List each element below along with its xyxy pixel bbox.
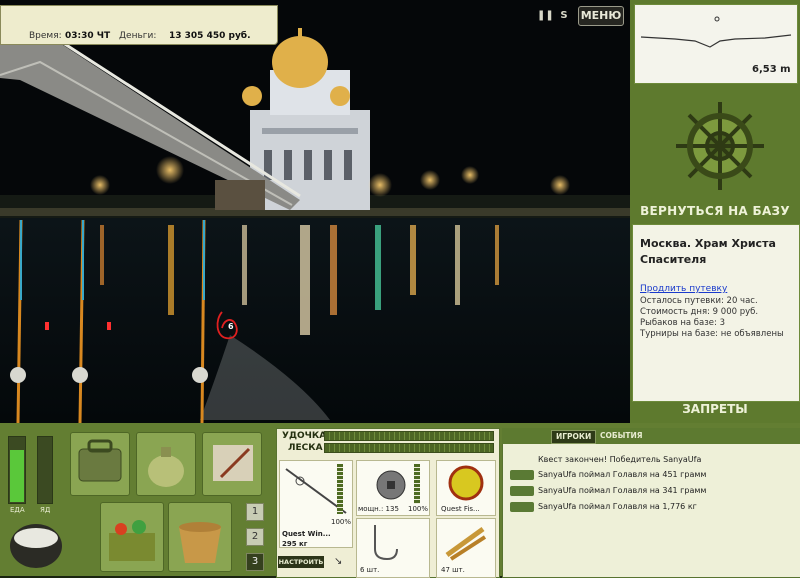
bobber-number: 6 bbox=[228, 322, 234, 331]
tab-events[interactable]: СОБЫТИЯ bbox=[596, 430, 647, 442]
sack-icon bbox=[148, 447, 184, 487]
expand-arrow-icon[interactable]: ↘ bbox=[334, 556, 346, 568]
time-label: Время: bbox=[29, 31, 62, 41]
reel-durability-bar bbox=[414, 464, 420, 504]
poison-label: ЯД bbox=[40, 506, 51, 514]
tournaments-info: Турниры на базе: не объявлены bbox=[640, 329, 784, 339]
rod-label: УДОЧКА bbox=[282, 431, 327, 441]
line-spool-icon bbox=[448, 465, 484, 501]
fish-icon bbox=[510, 502, 534, 512]
fishing-scene[interactable]: 6 bbox=[0, 0, 630, 423]
ship-wheel-icon[interactable] bbox=[670, 96, 770, 196]
journal-slot[interactable] bbox=[202, 432, 262, 496]
line-label: ЛЕСКА bbox=[288, 443, 323, 453]
bucket-slot[interactable] bbox=[168, 502, 232, 572]
journal-icon bbox=[213, 445, 253, 481]
events-header bbox=[502, 428, 800, 444]
status-bar: Время: 03:30 ЧТ Деньги: 13 305 450 руб. bbox=[0, 5, 278, 45]
bucket-icon bbox=[179, 522, 221, 563]
rod-weight: 295 кг bbox=[282, 540, 308, 548]
food-level bbox=[10, 450, 24, 502]
depth-value: 6,53 m bbox=[752, 64, 791, 75]
event-message: Квест закончен! Победитель SanyaUfa bbox=[538, 455, 702, 464]
return-to-base-button[interactable]: ВЕРНУТЬСЯ НА БАЗУ bbox=[640, 204, 790, 218]
sound-icon[interactable]: S bbox=[557, 10, 571, 22]
bag-icon bbox=[78, 439, 122, 482]
bag-slot[interactable] bbox=[70, 432, 130, 496]
sack-slot[interactable] bbox=[136, 432, 196, 496]
hook-count: 6 шт. bbox=[360, 566, 380, 574]
event-message: SanyaUfa поймал Голавля на 341 грамм bbox=[538, 486, 707, 495]
bobber-2 bbox=[107, 322, 111, 330]
money-label: Деньги: bbox=[119, 31, 157, 41]
food-label: ЕДА bbox=[10, 506, 25, 514]
rod-1-button[interactable]: 1 bbox=[246, 503, 264, 521]
event-message: SanyaUfa поймал Голавля на 1,776 кг bbox=[538, 502, 697, 511]
reel-durability: 100% bbox=[408, 505, 429, 513]
tab-players[interactable]: ИГРОКИ bbox=[551, 430, 597, 444]
bans-button[interactable]: ЗАПРЕТЫ bbox=[640, 402, 790, 416]
pause-icon[interactable]: ❚❚ bbox=[537, 10, 554, 22]
bait-icon bbox=[445, 526, 487, 561]
day-cost: Стоимость дня: 9 000 руб. bbox=[640, 307, 759, 317]
rod-tension-bar bbox=[324, 431, 494, 441]
basket-icon bbox=[109, 520, 155, 561]
line-name: Quest Fis... bbox=[441, 505, 480, 513]
event-message: SanyaUfa поймал Голавля на 451 грамм bbox=[538, 470, 707, 479]
line-tension-bar bbox=[324, 443, 494, 453]
setup-button[interactable]: НАСТРОИТЬ bbox=[278, 556, 324, 568]
fish-icon bbox=[510, 486, 534, 496]
rod-2-button[interactable]: 2 bbox=[246, 528, 264, 546]
food-pot-icon[interactable] bbox=[8, 520, 64, 572]
anglers-count: Рыбаков на базе: 3 bbox=[640, 318, 725, 328]
night-river-view bbox=[0, 0, 630, 423]
bait-count: 47 шт. bbox=[441, 566, 465, 574]
rod-durability: 100% bbox=[331, 518, 352, 526]
poison-meter bbox=[37, 436, 53, 504]
rod-name: Quest Win... bbox=[282, 530, 331, 538]
location-title: Москва. Храм Христа Спасителя bbox=[640, 237, 776, 266]
time-value: 03:30 ЧТ bbox=[65, 31, 111, 41]
basket-slot[interactable] bbox=[100, 502, 164, 572]
menu-button[interactable]: МЕНЮ bbox=[578, 6, 624, 26]
reel-power: мощн.: 135 bbox=[358, 505, 399, 513]
food-meter bbox=[8, 436, 26, 504]
permit-remaining: Осталось путевки: 20 час. bbox=[640, 296, 758, 306]
extend-permit-link[interactable]: Продлить путевку bbox=[640, 284, 727, 294]
rod-3-button[interactable]: 3 bbox=[246, 553, 264, 571]
fish-icon bbox=[510, 470, 534, 480]
rod-durability-bar bbox=[337, 464, 343, 514]
hook-icon bbox=[374, 525, 398, 561]
bobber-1 bbox=[45, 322, 49, 330]
money-value: 13 305 450 руб. bbox=[169, 31, 251, 41]
